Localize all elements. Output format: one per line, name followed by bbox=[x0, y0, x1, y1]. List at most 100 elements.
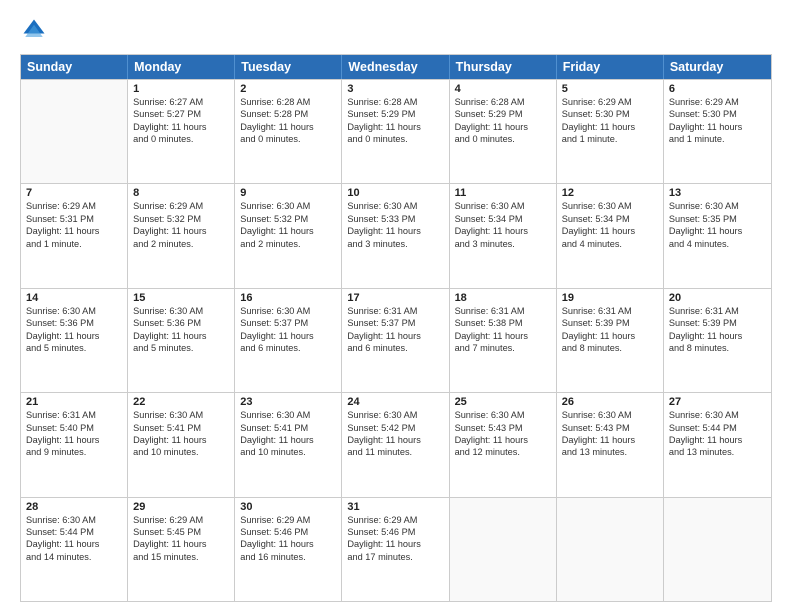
cell-info-line: Daylight: 11 hours bbox=[562, 225, 658, 237]
calendar-row-2: 7Sunrise: 6:29 AMSunset: 5:31 PMDaylight… bbox=[21, 183, 771, 287]
cell-info-line: and 5 minutes. bbox=[133, 342, 229, 354]
cell-info-line: Daylight: 11 hours bbox=[240, 225, 336, 237]
cell-info-line: Sunrise: 6:29 AM bbox=[133, 200, 229, 212]
cell-info-line: Sunset: 5:28 PM bbox=[240, 108, 336, 120]
cell-info-line: Daylight: 11 hours bbox=[26, 330, 122, 342]
header-day-tuesday: Tuesday bbox=[235, 55, 342, 79]
header-day-sunday: Sunday bbox=[21, 55, 128, 79]
calendar-cell-empty-4-5 bbox=[557, 498, 664, 601]
cell-info-line: and 9 minutes. bbox=[26, 446, 122, 458]
cell-info-line: Sunrise: 6:30 AM bbox=[133, 409, 229, 421]
cell-info-line: Daylight: 11 hours bbox=[347, 434, 443, 446]
cell-info-line: Daylight: 11 hours bbox=[133, 434, 229, 446]
cell-info-line: Daylight: 11 hours bbox=[669, 121, 766, 133]
cell-info-line: Daylight: 11 hours bbox=[240, 538, 336, 550]
cell-info-line: Sunrise: 6:28 AM bbox=[455, 96, 551, 108]
calendar-cell-6: 6Sunrise: 6:29 AMSunset: 5:30 PMDaylight… bbox=[664, 80, 771, 183]
day-number: 5 bbox=[562, 83, 658, 95]
cell-info-line: and 14 minutes. bbox=[26, 551, 122, 563]
cell-info-line: Daylight: 11 hours bbox=[669, 434, 766, 446]
cell-info-line: Sunset: 5:39 PM bbox=[562, 317, 658, 329]
cell-info-line: Sunset: 5:41 PM bbox=[133, 422, 229, 434]
day-number: 28 bbox=[26, 501, 122, 513]
calendar-cell-27: 27Sunrise: 6:30 AMSunset: 5:44 PMDayligh… bbox=[664, 393, 771, 496]
cell-info-line: Daylight: 11 hours bbox=[562, 330, 658, 342]
calendar-cell-28: 28Sunrise: 6:30 AMSunset: 5:44 PMDayligh… bbox=[21, 498, 128, 601]
day-number: 20 bbox=[669, 292, 766, 304]
cell-info-line: and 6 minutes. bbox=[240, 342, 336, 354]
day-number: 31 bbox=[347, 501, 443, 513]
cell-info-line: Sunset: 5:36 PM bbox=[26, 317, 122, 329]
cell-info-line: Sunset: 5:46 PM bbox=[240, 526, 336, 538]
cell-info-line: and 4 minutes. bbox=[669, 238, 766, 250]
cell-info-line: Sunset: 5:37 PM bbox=[347, 317, 443, 329]
cell-info-line: Sunset: 5:42 PM bbox=[347, 422, 443, 434]
cell-info-line: Sunrise: 6:29 AM bbox=[669, 96, 766, 108]
cell-info-line: Sunset: 5:29 PM bbox=[347, 108, 443, 120]
calendar-cell-3: 3Sunrise: 6:28 AMSunset: 5:29 PMDaylight… bbox=[342, 80, 449, 183]
cell-info-line: Sunset: 5:30 PM bbox=[562, 108, 658, 120]
cell-info-line: Sunset: 5:38 PM bbox=[455, 317, 551, 329]
page: SundayMondayTuesdayWednesdayThursdayFrid… bbox=[0, 0, 792, 612]
cell-info-line: Daylight: 11 hours bbox=[669, 225, 766, 237]
cell-info-line: Sunrise: 6:30 AM bbox=[347, 200, 443, 212]
day-number: 7 bbox=[26, 187, 122, 199]
cell-info-line: and 17 minutes. bbox=[347, 551, 443, 563]
cell-info-line: Daylight: 11 hours bbox=[455, 121, 551, 133]
cell-info-line: Sunrise: 6:30 AM bbox=[669, 409, 766, 421]
cell-info-line: Daylight: 11 hours bbox=[240, 434, 336, 446]
cell-info-line: Sunrise: 6:31 AM bbox=[562, 305, 658, 317]
calendar-cell-5: 5Sunrise: 6:29 AMSunset: 5:30 PMDaylight… bbox=[557, 80, 664, 183]
calendar-row-4: 21Sunrise: 6:31 AMSunset: 5:40 PMDayligh… bbox=[21, 392, 771, 496]
day-number: 27 bbox=[669, 396, 766, 408]
cell-info-line: Sunset: 5:44 PM bbox=[26, 526, 122, 538]
cell-info-line: Sunset: 5:32 PM bbox=[133, 213, 229, 225]
cell-info-line: Sunrise: 6:30 AM bbox=[347, 409, 443, 421]
day-number: 25 bbox=[455, 396, 551, 408]
calendar-cell-empty-0-0 bbox=[21, 80, 128, 183]
cell-info-line: and 1 minute. bbox=[26, 238, 122, 250]
cell-info-line: Sunset: 5:29 PM bbox=[455, 108, 551, 120]
calendar-cell-19: 19Sunrise: 6:31 AMSunset: 5:39 PMDayligh… bbox=[557, 289, 664, 392]
day-number: 1 bbox=[133, 83, 229, 95]
cell-info-line: Daylight: 11 hours bbox=[133, 330, 229, 342]
header-day-monday: Monday bbox=[128, 55, 235, 79]
day-number: 10 bbox=[347, 187, 443, 199]
calendar-cell-10: 10Sunrise: 6:30 AMSunset: 5:33 PMDayligh… bbox=[342, 184, 449, 287]
header-day-friday: Friday bbox=[557, 55, 664, 79]
cell-info-line: Daylight: 11 hours bbox=[347, 538, 443, 550]
day-number: 21 bbox=[26, 396, 122, 408]
calendar-cell-26: 26Sunrise: 6:30 AMSunset: 5:43 PMDayligh… bbox=[557, 393, 664, 496]
calendar-cell-31: 31Sunrise: 6:29 AMSunset: 5:46 PMDayligh… bbox=[342, 498, 449, 601]
cell-info-line: Sunrise: 6:31 AM bbox=[26, 409, 122, 421]
calendar-cell-4: 4Sunrise: 6:28 AMSunset: 5:29 PMDaylight… bbox=[450, 80, 557, 183]
day-number: 22 bbox=[133, 396, 229, 408]
cell-info-line: Sunset: 5:33 PM bbox=[347, 213, 443, 225]
header-day-wednesday: Wednesday bbox=[342, 55, 449, 79]
calendar-cell-30: 30Sunrise: 6:29 AMSunset: 5:46 PMDayligh… bbox=[235, 498, 342, 601]
cell-info-line: Sunset: 5:31 PM bbox=[26, 213, 122, 225]
cell-info-line: Sunset: 5:43 PM bbox=[455, 422, 551, 434]
cell-info-line: Sunrise: 6:29 AM bbox=[133, 514, 229, 526]
cell-info-line: Sunrise: 6:30 AM bbox=[240, 305, 336, 317]
logo-icon bbox=[20, 16, 48, 44]
cell-info-line: Daylight: 11 hours bbox=[347, 225, 443, 237]
cell-info-line: and 0 minutes. bbox=[133, 133, 229, 145]
day-number: 23 bbox=[240, 396, 336, 408]
calendar-cell-24: 24Sunrise: 6:30 AMSunset: 5:42 PMDayligh… bbox=[342, 393, 449, 496]
cell-info-line: Sunset: 5:32 PM bbox=[240, 213, 336, 225]
cell-info-line: Daylight: 11 hours bbox=[26, 225, 122, 237]
cell-info-line: and 0 minutes. bbox=[347, 133, 443, 145]
day-number: 15 bbox=[133, 292, 229, 304]
cell-info-line: Daylight: 11 hours bbox=[562, 434, 658, 446]
cell-info-line: Sunset: 5:35 PM bbox=[669, 213, 766, 225]
cell-info-line: Sunrise: 6:29 AM bbox=[562, 96, 658, 108]
calendar-cell-13: 13Sunrise: 6:30 AMSunset: 5:35 PMDayligh… bbox=[664, 184, 771, 287]
cell-info-line: Sunset: 5:34 PM bbox=[455, 213, 551, 225]
cell-info-line: Sunrise: 6:30 AM bbox=[26, 305, 122, 317]
cell-info-line: and 15 minutes. bbox=[133, 551, 229, 563]
calendar-cell-11: 11Sunrise: 6:30 AMSunset: 5:34 PMDayligh… bbox=[450, 184, 557, 287]
cell-info-line: Sunrise: 6:30 AM bbox=[240, 409, 336, 421]
cell-info-line: Daylight: 11 hours bbox=[347, 121, 443, 133]
cell-info-line: Sunset: 5:34 PM bbox=[562, 213, 658, 225]
